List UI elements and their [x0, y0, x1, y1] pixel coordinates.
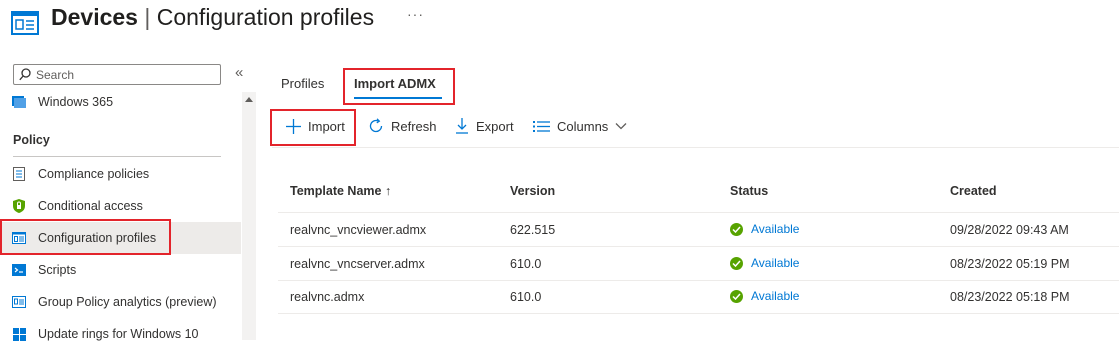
windows-logo-icon [12, 327, 26, 341]
page-title-rest: Configuration profiles [156, 4, 375, 30]
sidebar-item-label: Update rings for Windows 10 [38, 327, 199, 341]
page-title-separator: | [144, 4, 151, 30]
more-options-button[interactable]: ··· [407, 6, 424, 22]
toolbar-divider [272, 147, 1119, 148]
cell-status: Available [730, 222, 799, 236]
search-input[interactable] [36, 66, 216, 83]
search-icon [19, 68, 31, 81]
sidebar-item-label: Windows 365 [38, 95, 114, 109]
compliance-policies-icon [12, 167, 26, 181]
export-button-label: Export [476, 118, 514, 134]
sidebar-item-group-policy-analytics[interactable]: Group Policy analytics (preview) [0, 286, 241, 318]
export-button[interactable]: Export [455, 116, 514, 136]
cell-template-name[interactable]: realvnc_vncviewer.admx [290, 223, 426, 237]
highlight-configuration-profiles [0, 219, 171, 255]
cell-template-name[interactable]: realvnc_vncserver.admx [290, 257, 425, 271]
sidebar-item-conditional-access[interactable]: Conditional access [0, 190, 241, 222]
status-text: Available [751, 289, 800, 303]
columns-button-label: Columns [557, 118, 609, 134]
sidebar-item-label: Conditional access [38, 199, 143, 213]
scroll-up-arrow-icon[interactable] [245, 97, 253, 102]
tab-profiles[interactable]: Profiles [281, 76, 324, 91]
checkmark-circle-icon [730, 256, 743, 270]
cell-created: 08/23/2022 05:19 PM [950, 257, 1070, 271]
configuration-profile-icon [11, 9, 39, 37]
sidebar-item-scripts[interactable]: Scripts [0, 254, 241, 286]
column-header-created[interactable]: Created [950, 184, 997, 198]
cell-template-name[interactable]: realvnc.admx [290, 290, 364, 304]
cell-created: 08/23/2022 05:18 PM [950, 290, 1070, 304]
cell-version: 622.515 [510, 223, 556, 237]
highlight-import-button [270, 109, 356, 146]
search-box[interactable] [13, 64, 221, 85]
collapse-sidebar-button[interactable]: « [235, 64, 243, 81]
cell-version: 610.0 [510, 257, 542, 271]
section-divider [13, 156, 221, 157]
sidebar-item-label: Compliance policies [38, 167, 150, 181]
sidebar-item-label: Scripts [38, 263, 77, 277]
highlight-import-admx-tab [343, 68, 455, 105]
column-header-version[interactable]: Version [510, 184, 555, 198]
column-header-status[interactable]: Status [730, 184, 768, 198]
sidebar-item-compliance-policies[interactable]: Compliance policies [0, 158, 241, 190]
sidebar-item-windows-365[interactable]: Windows 365 [0, 86, 241, 118]
row-divider [278, 280, 1119, 281]
row-divider [278, 246, 1119, 247]
conditional-access-icon [12, 199, 26, 213]
status-text: Available [751, 256, 800, 270]
sidebar-scrollbar[interactable] [242, 92, 256, 340]
refresh-icon [369, 118, 383, 133]
columns-button[interactable]: Columns [533, 116, 627, 136]
columns-icon [533, 120, 550, 132]
checkmark-circle-icon [730, 222, 743, 236]
windows-365-icon [12, 95, 26, 109]
cell-version: 610.0 [510, 290, 542, 304]
header-divider [278, 212, 1119, 213]
column-header-template-name[interactable]: Template Name ↑ [290, 184, 391, 198]
page-title: Devices | Configuration profiles [51, 2, 374, 32]
refresh-button-label: Refresh [391, 118, 437, 134]
row-divider [278, 313, 1119, 314]
checkmark-circle-icon [730, 289, 743, 303]
download-icon [456, 118, 468, 134]
page-title-bold: Devices [51, 4, 138, 30]
chevron-down-icon [615, 123, 627, 130]
sidebar-item-label: Group Policy analytics (preview) [38, 295, 217, 309]
cell-created: 09/28/2022 09:43 AM [950, 223, 1069, 237]
cell-status: Available [730, 289, 799, 303]
refresh-button[interactable]: Refresh [368, 116, 437, 136]
sidebar-item-update-rings[interactable]: Update rings for Windows 10 [0, 318, 241, 350]
scripts-icon [12, 263, 26, 277]
group-policy-analytics-icon [12, 295, 26, 309]
status-text: Available [751, 222, 800, 236]
cell-status: Available [730, 256, 799, 270]
section-title-policy: Policy [13, 133, 50, 147]
